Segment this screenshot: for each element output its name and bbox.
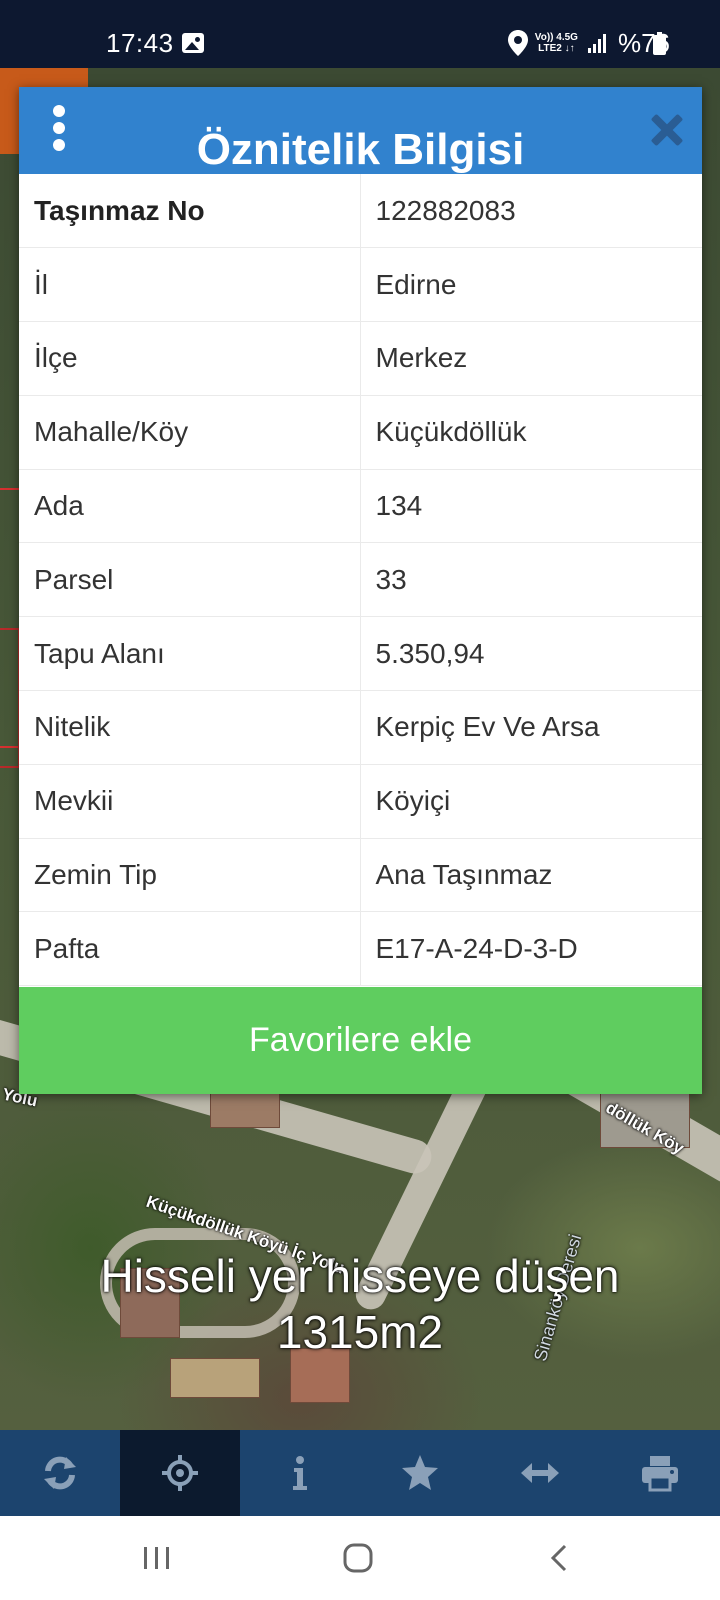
measure-button[interactable] xyxy=(480,1430,600,1516)
share-area-note: Hisseli yer hisseye düşen 1315m2 xyxy=(0,1248,720,1360)
attribute-row: Mahalle/Köy Küçükdöllük xyxy=(19,395,702,470)
attribute-key: Zemin Tip xyxy=(19,838,361,913)
attribute-row: İlçe Merkez xyxy=(19,321,702,396)
attribute-row: İl Edirne xyxy=(19,247,702,323)
share-area-line2: 1315m2 xyxy=(276,1306,444,1358)
attribute-value: Kerpiç Ev Ve Arsa xyxy=(360,690,702,765)
share-area-line1: Hisseli yer hisseye düşen xyxy=(100,1250,620,1302)
location-icon xyxy=(507,30,528,56)
attribute-value: 33 xyxy=(360,542,702,618)
attribute-row: Zemin Tip Ana Taşınmaz xyxy=(19,838,702,913)
network-top: Vo)) 4.5G xyxy=(534,32,578,43)
crosshair-icon xyxy=(162,1455,198,1491)
measure-icon xyxy=(521,1463,559,1483)
attribute-table: Taşınmaz No 122882083 İl Edirne İlçe Merkez Ma… xyxy=(19,174,702,987)
star-icon xyxy=(402,1455,438,1490)
parcel-boundary xyxy=(0,628,20,768)
attribute-key: Ada xyxy=(19,469,361,544)
attribute-value: E17-A-24-D-3-D xyxy=(360,911,702,987)
attribute-row: Taşınmaz No 122882083 xyxy=(19,174,702,249)
attribute-value: Köyiçi xyxy=(360,764,702,839)
attribute-value: Ana Taşınmaz xyxy=(360,838,702,913)
attribute-key: İlçe xyxy=(19,321,361,396)
attribute-row: Tapu Alanı 5.350,94 xyxy=(19,616,702,692)
attribute-row: Ada 134 xyxy=(19,469,702,544)
signal-icon xyxy=(587,33,606,53)
attribute-value: 122882083 xyxy=(360,174,702,249)
dialog-title: Öznitelik Bilgisi xyxy=(196,125,525,174)
locate-button[interactable] xyxy=(120,1430,240,1516)
attribute-key: Parsel xyxy=(19,542,361,618)
print-button[interactable] xyxy=(600,1430,720,1516)
status-time: 17:43 xyxy=(106,28,174,58)
info-button[interactable] xyxy=(240,1430,360,1516)
add-to-favorites-button[interactable]: Favorilere ekle xyxy=(19,987,702,1094)
attribute-key: Taşınmaz No xyxy=(19,174,361,249)
dialog-header: Öznitelik Bilgisi xyxy=(19,87,702,174)
attribute-key: Tapu Alanı xyxy=(19,616,361,692)
attribute-value: Merkez xyxy=(360,321,702,396)
attribute-value: 5.350,94 xyxy=(360,616,702,692)
refresh-icon xyxy=(44,1456,76,1490)
network-bottom: LTE2 ↓↑ xyxy=(538,43,575,54)
attribute-key: İl xyxy=(19,247,361,323)
battery-icon xyxy=(653,32,666,55)
attribute-row: Parsel 33 xyxy=(19,542,702,618)
close-icon[interactable] xyxy=(650,113,684,147)
info-icon xyxy=(293,1456,307,1490)
favorites-button[interactable] xyxy=(360,1430,480,1516)
status-indicators: Vo)) 4.5G LTE2 ↓↑ %76 xyxy=(507,26,670,60)
attribute-key: Pafta xyxy=(19,911,361,987)
attribute-key: Mevkii xyxy=(19,764,361,839)
print-icon xyxy=(642,1456,678,1492)
gallery-icon xyxy=(182,33,204,53)
map-toolbar xyxy=(0,1430,720,1516)
refresh-button[interactable] xyxy=(0,1430,120,1516)
attribute-row: Mevkii Köyiçi xyxy=(19,764,702,839)
attribute-value: 134 xyxy=(360,469,702,544)
network-indicator: Vo)) 4.5G LTE2 ↓↑ xyxy=(535,32,578,54)
attribute-value: Küçükdöllük xyxy=(360,395,702,470)
attribute-key: Nitelik xyxy=(19,690,361,765)
system-navigation-bar xyxy=(0,1516,720,1600)
attribute-row: Nitelik Kerpiç Ev Ve Arsa xyxy=(19,690,702,765)
recent-apps-icon[interactable] xyxy=(137,1538,177,1578)
attribute-info-dialog: Öznitelik Bilgisi Taşınmaz No 122882083 İl… xyxy=(19,87,702,1094)
building xyxy=(170,1358,260,1398)
attribute-value: Edirne xyxy=(360,247,702,323)
attribute-key: Mahalle/Köy xyxy=(19,395,361,470)
home-icon[interactable] xyxy=(338,1538,378,1578)
back-icon[interactable] xyxy=(540,1538,580,1578)
attribute-row: Pafta E17-A-24-D-3-D xyxy=(19,911,702,987)
